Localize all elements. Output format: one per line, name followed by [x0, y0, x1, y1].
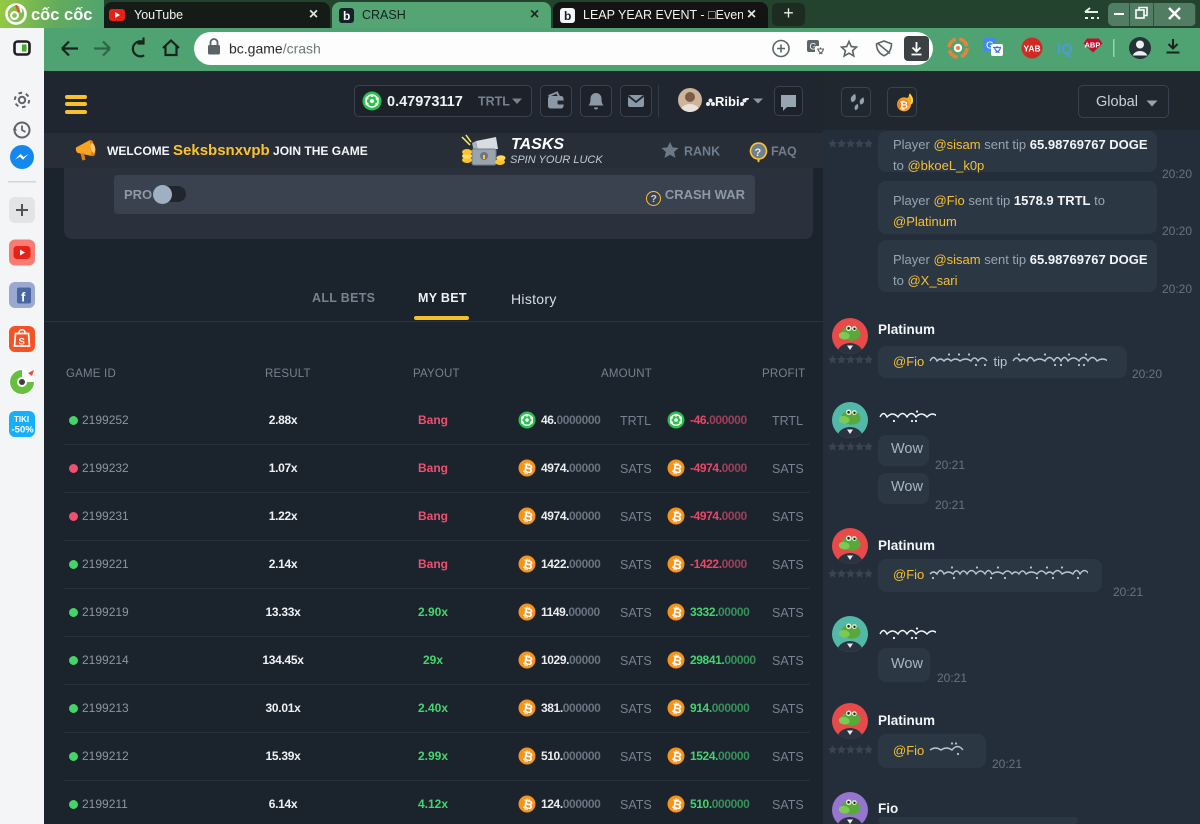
- svg-text:₿: ₿: [900, 100, 909, 112]
- svg-text:YAB: YAB: [1024, 44, 1041, 54]
- svg-text:cốc cốc: cốc cốc: [31, 6, 92, 24]
- svg-text:TIKI: TIKI: [14, 415, 29, 424]
- svg-text:ABP: ABP: [1085, 41, 1101, 50]
- svg-text:0.47973117: 0.47973117: [387, 94, 463, 110]
- svg-text:FAQ: FAQ: [771, 145, 797, 159]
- svg-text:IQ: IQ: [1057, 41, 1073, 58]
- svg-text:b: b: [564, 9, 571, 23]
- svg-text:RANK: RANK: [684, 145, 720, 159]
- svg-text:-50%: -50%: [12, 425, 35, 436]
- svg-text:?: ?: [755, 147, 762, 159]
- svg-text:TRTL: TRTL: [478, 95, 510, 109]
- svg-text:f: f: [21, 290, 26, 305]
- svg-text:bc.game/crash: bc.game/crash: [229, 41, 321, 57]
- svg-text:S: S: [19, 337, 25, 348]
- svg-text:WELCOME Seksbsnxvpb JOIN THE G: WELCOME Seksbsnxvpb JOIN THE GAME: [107, 142, 368, 159]
- svg-text:TASKS: TASKS: [511, 136, 564, 153]
- svg-text:SPIN YOUR LUCK: SPIN YOUR LUCK: [510, 154, 603, 166]
- svg-text:b: b: [343, 9, 350, 23]
